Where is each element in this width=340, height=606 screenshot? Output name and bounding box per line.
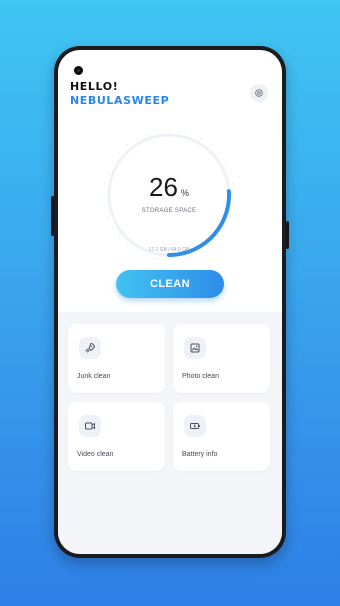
gauge-tick [224, 226, 227, 229]
gauge-tick [126, 243, 129, 246]
clean-button[interactable]: CLEAN [116, 270, 224, 298]
gauge-tick [145, 132, 148, 136]
rocket-icon [79, 337, 101, 359]
video-icon [79, 415, 101, 437]
image-icon [184, 337, 206, 359]
power-button [286, 221, 289, 249]
gauge-tick [126, 144, 129, 147]
gauge-tick [106, 216, 110, 219]
tool-label: Junk clean [77, 373, 111, 380]
greeting-text: HELLO! [70, 80, 119, 93]
gauge-tick [217, 235, 220, 238]
gauge-tick [224, 161, 227, 164]
gauge-tick [228, 216, 232, 219]
gauge-tick [217, 152, 220, 155]
gauge-tick [135, 137, 138, 140]
gauge-tick [190, 132, 193, 136]
tool-card-video-clean[interactable]: Video clean [68, 402, 165, 471]
app-screen: HELLO! NEBULASWEEP 26% STORAGE SPACE 17.… [58, 50, 282, 554]
volume-button [51, 196, 54, 236]
gauge-tick [145, 254, 148, 258]
storage-percent-value: 26 [149, 172, 178, 202]
tool-label: Video clean [77, 451, 114, 458]
storage-amount: 17.1 GB / 64.0 GB [148, 247, 190, 253]
tool-label: Battery info [182, 451, 218, 458]
storage-label: STORAGE SPACE [141, 208, 197, 214]
gauge-tick [200, 137, 203, 140]
gauge-tick [190, 254, 193, 258]
tool-card-battery-info[interactable]: Battery info [173, 402, 270, 471]
gauge-tick [209, 243, 212, 246]
gauge-tick [118, 235, 121, 238]
tool-card-photo-clean[interactable]: Photo clean [173, 324, 270, 393]
settings-icon [255, 89, 263, 97]
gauge-tick [118, 152, 121, 155]
tool-card-junk-clean[interactable]: Junk clean [68, 324, 165, 393]
app-name: NEBULASWEEP [70, 94, 170, 107]
tool-label: Photo clean [182, 373, 219, 380]
battery-icon [184, 415, 206, 437]
front-camera [74, 66, 83, 75]
gauge-tick [111, 226, 114, 229]
gauge-tick [111, 161, 114, 164]
storage-percent: 26% [104, 172, 234, 203]
settings-button[interactable] [250, 84, 268, 102]
gauge-tick [209, 144, 212, 147]
phone-frame: HELLO! NEBULASWEEP 26% STORAGE SPACE 17.… [51, 46, 289, 558]
storage-percent-sign: % [180, 188, 189, 198]
tools-panel: Junk clean Photo clean Video clean Batte… [58, 312, 282, 554]
